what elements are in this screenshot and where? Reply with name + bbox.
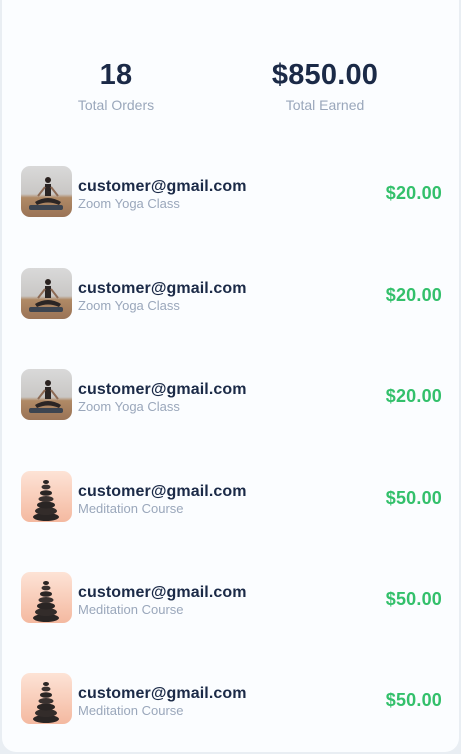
summary-stats: 18 Total Orders $850.00 Total Earned xyxy=(2,58,459,118)
customer-email: customer@gmail.com xyxy=(78,178,247,195)
total-orders-stat: 18 Total Orders xyxy=(16,58,216,113)
product-name: Meditation Course xyxy=(78,703,184,718)
stones-thumbnail-icon xyxy=(21,471,72,522)
order-amount: $20.00 xyxy=(385,183,442,203)
yoga-thumbnail-icon xyxy=(21,369,72,420)
product-name: Zoom Yoga Class xyxy=(78,298,180,313)
total-earned-value: $850.00 xyxy=(271,59,379,91)
yoga-thumbnail-icon xyxy=(21,268,72,319)
order-amount: $50.00 xyxy=(385,690,442,710)
total-earned-stat: $850.00 Total Earned xyxy=(225,58,425,113)
order-row[interactable]: customer@gmail.com Zoom Yoga Class $20.0… xyxy=(21,369,442,421)
total-orders-label: Total Orders xyxy=(77,97,155,113)
total-earned-label: Total Earned xyxy=(285,97,365,113)
order-amount: $20.00 xyxy=(385,285,442,305)
order-row[interactable]: customer@gmail.com Zoom Yoga Class $20.0… xyxy=(21,268,442,320)
customer-email: customer@gmail.com xyxy=(78,483,247,500)
customer-email: customer@gmail.com xyxy=(78,685,247,702)
customer-email: customer@gmail.com xyxy=(78,280,247,297)
customer-email: customer@gmail.com xyxy=(78,381,247,398)
order-amount: $50.00 xyxy=(385,589,442,609)
order-row[interactable]: customer@gmail.com Zoom Yoga Class $20.0… xyxy=(21,166,442,218)
order-amount: $50.00 xyxy=(385,488,442,508)
product-name: Zoom Yoga Class xyxy=(78,196,180,211)
order-row[interactable]: customer@gmail.com Meditation Course $50… xyxy=(21,471,442,523)
order-row[interactable]: customer@gmail.com Meditation Course $50… xyxy=(21,673,442,725)
total-orders-value: 18 xyxy=(99,59,133,91)
customer-email: customer@gmail.com xyxy=(78,584,247,601)
order-row[interactable]: customer@gmail.com Meditation Course $50… xyxy=(21,572,442,624)
yoga-thumbnail-icon xyxy=(21,166,72,217)
stones-thumbnail-icon xyxy=(21,673,72,724)
product-name: Meditation Course xyxy=(78,602,184,617)
orders-card: 18 Total Orders $850.00 Total Earned cus… xyxy=(2,0,459,752)
product-name: Zoom Yoga Class xyxy=(78,399,180,414)
order-amount: $20.00 xyxy=(385,386,442,406)
stones-thumbnail-icon xyxy=(21,572,72,623)
product-name: Meditation Course xyxy=(78,501,184,516)
